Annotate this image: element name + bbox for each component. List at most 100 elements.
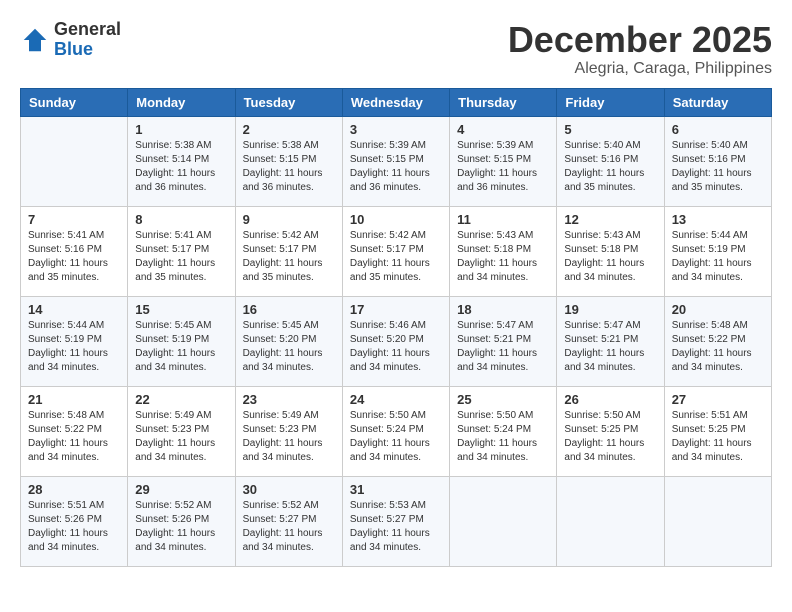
day-info: Sunrise: 5:50 AMSunset: 5:24 PMDaylight:…: [457, 409, 549, 465]
location-subtitle: Alegria, Caraga, Philippines: [508, 60, 772, 78]
day-info: Sunrise: 5:41 AMSunset: 5:17 PMDaylight:…: [135, 229, 227, 285]
day-cell: 28Sunrise: 5:51 AMSunset: 5:26 PMDayligh…: [21, 476, 128, 566]
day-cell: 30Sunrise: 5:52 AMSunset: 5:27 PMDayligh…: [235, 476, 342, 566]
day-cell: 8 Sunrise: 5:41 AMSunset: 5:17 PMDaylight…: [128, 206, 235, 296]
logo-general-text: General: [54, 20, 121, 40]
day-cell: 3Sunrise: 5:39 AMSunset: 5:15 PMDaylight…: [342, 116, 449, 206]
day-cell: 17 Sunrise: 5:46 AMSunset: 5:20 PMDayligh…: [342, 296, 449, 386]
day-cell: [664, 476, 771, 566]
day-cell: 1Sunrise: 5:38 AMSunset: 5:14 PMDaylight…: [128, 116, 235, 206]
logo-text: General Blue: [54, 20, 121, 60]
day-info: Sunrise: 5:52 AMSunset: 5:27 PMDaylight:…: [243, 499, 335, 555]
day-info: Sunrise: 5:50 AMSunset: 5:25 PMDaylight:…: [564, 409, 656, 465]
day-info: Sunrise: 5:50 AMSunset: 5:24 PMDaylight:…: [350, 409, 442, 465]
week-row-3: 14 Sunrise: 5:44 AMSunset: 5:19 PMDayligh…: [21, 296, 772, 386]
day-info: Sunrise: 5:51 AMSunset: 5:25 PMDaylight:…: [672, 409, 764, 465]
day-number: 20: [672, 302, 764, 317]
day-info: Sunrise: 5:40 AMSunset: 5:16 PMDaylight:…: [672, 139, 764, 195]
logo: General Blue: [20, 20, 121, 60]
day-number: 15: [135, 302, 227, 317]
day-info: Sunrise: 5:45 AMSunset: 5:19 PMDaylight:…: [135, 319, 227, 375]
day-number: 17: [350, 302, 442, 317]
day-info: Sunrise: 5:38 AMSunset: 5:14 PMDaylight:…: [135, 139, 227, 195]
day-cell: 27 Sunrise: 5:51 AMSunset: 5:25 PMDayligh…: [664, 386, 771, 476]
day-number: 9: [243, 212, 335, 227]
day-number: 22: [135, 392, 227, 407]
day-cell: 19 Sunrise: 5:47 AMSunset: 5:21 PMDayligh…: [557, 296, 664, 386]
day-cell: 25Sunrise: 5:50 AMSunset: 5:24 PMDayligh…: [450, 386, 557, 476]
weekday-header-monday: Monday: [128, 88, 235, 116]
day-number: 7: [28, 212, 120, 227]
weekday-header-sunday: Sunday: [21, 88, 128, 116]
day-cell: 4Sunrise: 5:39 AMSunset: 5:15 PMDaylight…: [450, 116, 557, 206]
title-area: December 2025 Alegria, Caraga, Philippin…: [508, 20, 772, 78]
day-info: Sunrise: 5:49 AMSunset: 5:23 PMDaylight:…: [135, 409, 227, 465]
day-info: Sunrise: 5:48 AMSunset: 5:22 PMDaylight:…: [672, 319, 764, 375]
day-info: Sunrise: 5:49 AMSunset: 5:23 PMDaylight:…: [243, 409, 335, 465]
day-cell: 13Sunrise: 5:44 AMSunset: 5:19 PMDayligh…: [664, 206, 771, 296]
day-cell: [450, 476, 557, 566]
day-info: Sunrise: 5:45 AMSunset: 5:20 PMDaylight:…: [243, 319, 335, 375]
day-number: 24: [350, 392, 442, 407]
day-info: Sunrise: 5:40 AMSunset: 5:16 PMDaylight:…: [564, 139, 656, 195]
day-number: 18: [457, 302, 549, 317]
day-info: Sunrise: 5:39 AMSunset: 5:15 PMDaylight:…: [350, 139, 442, 195]
day-number: 26: [564, 392, 656, 407]
day-cell: 26 Sunrise: 5:50 AMSunset: 5:25 PMDayligh…: [557, 386, 664, 476]
day-cell: 9Sunrise: 5:42 AMSunset: 5:17 PMDaylight…: [235, 206, 342, 296]
day-info: Sunrise: 5:39 AMSunset: 5:15 PMDaylight:…: [457, 139, 549, 195]
day-info: Sunrise: 5:53 AMSunset: 5:27 PMDaylight:…: [350, 499, 442, 555]
day-cell: 10Sunrise: 5:42 AMSunset: 5:17 PMDayligh…: [342, 206, 449, 296]
day-cell: 21Sunrise: 5:48 AMSunset: 5:22 PMDayligh…: [21, 386, 128, 476]
day-info: Sunrise: 5:47 AMSunset: 5:21 PMDaylight:…: [457, 319, 549, 375]
day-cell: 23 Sunrise: 5:49 AMSunset: 5:23 PMDayligh…: [235, 386, 342, 476]
day-cell: 7 Sunrise: 5:41 AMSunset: 5:16 PMDaylight…: [21, 206, 128, 296]
day-cell: [557, 476, 664, 566]
day-number: 28: [28, 482, 120, 497]
day-number: 29: [135, 482, 227, 497]
day-info: Sunrise: 5:43 AMSunset: 5:18 PMDaylight:…: [564, 229, 656, 285]
day-number: 23: [243, 392, 335, 407]
day-number: 8: [135, 212, 227, 227]
day-info: Sunrise: 5:43 AMSunset: 5:18 PMDaylight:…: [457, 229, 549, 285]
day-number: 19: [564, 302, 656, 317]
day-info: Sunrise: 5:46 AMSunset: 5:20 PMDaylight:…: [350, 319, 442, 375]
day-info: Sunrise: 5:44 AMSunset: 5:19 PMDaylight:…: [28, 319, 120, 375]
weekday-header-tuesday: Tuesday: [235, 88, 342, 116]
weekday-header-wednesday: Wednesday: [342, 88, 449, 116]
day-cell: 24 Sunrise: 5:50 AMSunset: 5:24 PMDayligh…: [342, 386, 449, 476]
day-number: 16: [243, 302, 335, 317]
day-cell: 12Sunrise: 5:43 AMSunset: 5:18 PMDayligh…: [557, 206, 664, 296]
day-number: 14: [28, 302, 120, 317]
day-info: Sunrise: 5:44 AMSunset: 5:19 PMDaylight:…: [672, 229, 764, 285]
day-info: Sunrise: 5:41 AMSunset: 5:16 PMDaylight:…: [28, 229, 120, 285]
day-number: 5: [564, 122, 656, 137]
day-info: Sunrise: 5:47 AMSunset: 5:21 PMDaylight:…: [564, 319, 656, 375]
day-info: Sunrise: 5:38 AMSunset: 5:15 PMDaylight:…: [243, 139, 335, 195]
day-cell: [21, 116, 128, 206]
month-title: December 2025: [508, 20, 772, 60]
week-row-1: 1Sunrise: 5:38 AMSunset: 5:14 PMDaylight…: [21, 116, 772, 206]
day-cell: 22 Sunrise: 5:49 AMSunset: 5:23 PMDayligh…: [128, 386, 235, 476]
day-number: 21: [28, 392, 120, 407]
day-number: 6: [672, 122, 764, 137]
day-number: 31: [350, 482, 442, 497]
day-cell: 2Sunrise: 5:38 AMSunset: 5:15 PMDaylight…: [235, 116, 342, 206]
day-cell: 18 Sunrise: 5:47 AMSunset: 5:21 PMDayligh…: [450, 296, 557, 386]
day-cell: 11 Sunrise: 5:43 AMSunset: 5:18 PMDayligh…: [450, 206, 557, 296]
day-cell: 20 Sunrise: 5:48 AMSunset: 5:22 PMDayligh…: [664, 296, 771, 386]
day-cell: 5 Sunrise: 5:40 AMSunset: 5:16 PMDaylight…: [557, 116, 664, 206]
logo-icon: [20, 25, 50, 55]
day-number: 27: [672, 392, 764, 407]
day-cell: 6 Sunrise: 5:40 AMSunset: 5:16 PMDaylight…: [664, 116, 771, 206]
calendar: SundayMondayTuesdayWednesdayThursdayFrid…: [20, 88, 772, 567]
weekday-header-row: SundayMondayTuesdayWednesdayThursdayFrid…: [21, 88, 772, 116]
weekday-header-thursday: Thursday: [450, 88, 557, 116]
weekday-header-saturday: Saturday: [664, 88, 771, 116]
logo-blue-text: Blue: [54, 40, 121, 60]
day-cell: 14 Sunrise: 5:44 AMSunset: 5:19 PMDayligh…: [21, 296, 128, 386]
header: General Blue December 2025 Alegria, Cara…: [20, 20, 772, 78]
day-number: 11: [457, 212, 549, 227]
day-cell: 31 Sunrise: 5:53 AMSunset: 5:27 PMDayligh…: [342, 476, 449, 566]
day-number: 10: [350, 212, 442, 227]
